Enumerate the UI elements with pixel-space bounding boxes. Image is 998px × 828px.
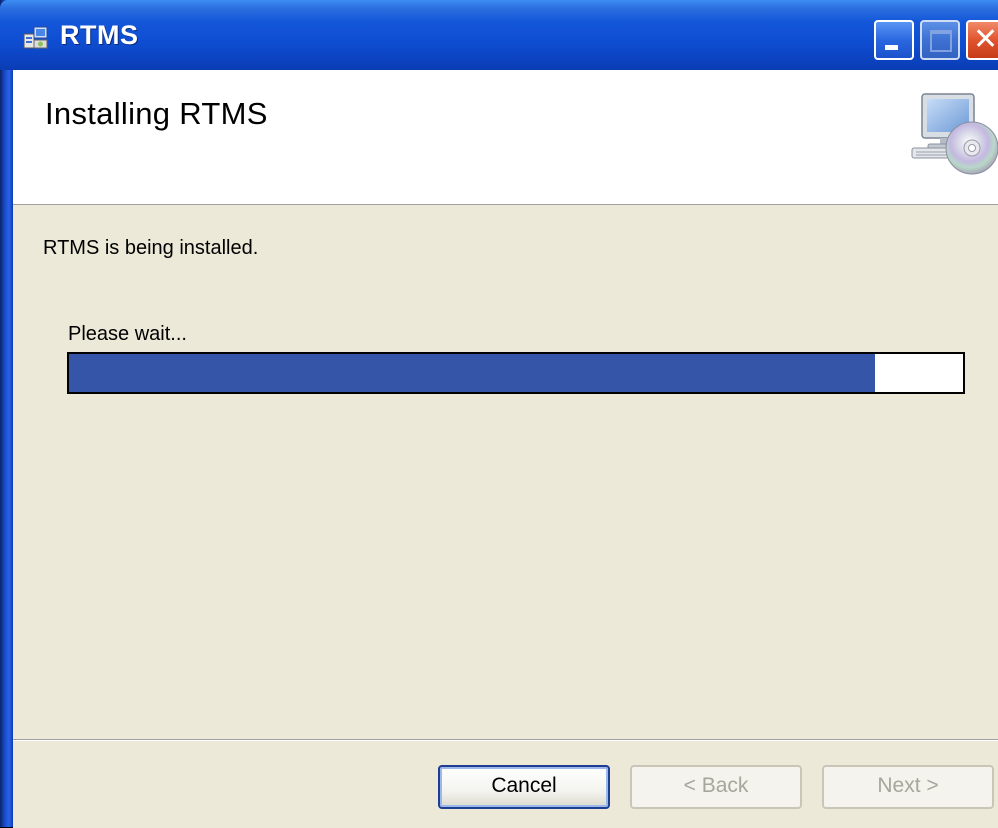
close-icon: ✕ <box>973 23 998 56</box>
maximize-button[interactable] <box>920 20 960 60</box>
status-message: RTMS is being installed. <box>43 237 259 259</box>
window-frame-left <box>0 0 13 827</box>
back-button[interactable]: < Back <box>630 765 802 809</box>
next-button[interactable]: Next > <box>822 765 994 809</box>
progress-fill <box>69 354 876 392</box>
installer-icon <box>23 26 48 49</box>
install-progress-bar <box>67 352 965 394</box>
progress-label: Please wait... <box>68 323 187 345</box>
close-button[interactable]: ✕ <box>966 20 998 60</box>
back-button-label: < Back <box>683 774 749 797</box>
next-button-label: Next > <box>877 774 939 797</box>
page-title: Installing RTMS <box>45 96 268 131</box>
minimize-button[interactable] <box>874 20 914 60</box>
window-title: RTMS <box>60 20 139 50</box>
dialog-body: RTMS is being installed. Please wait... <box>13 205 998 739</box>
header-banner: Installing RTMS <box>13 70 998 205</box>
cancel-button-label: Cancel <box>491 774 557 797</box>
button-footer: Cancel < Back Next > <box>13 739 998 828</box>
cancel-button[interactable]: Cancel <box>438 765 610 809</box>
title-bar[interactable]: RTMS ✕ <box>0 0 998 70</box>
installer-window: RTMS ✕ Installing RTMS RTMS is being ins… <box>0 0 998 828</box>
computer-cd-icon <box>911 93 998 175</box>
